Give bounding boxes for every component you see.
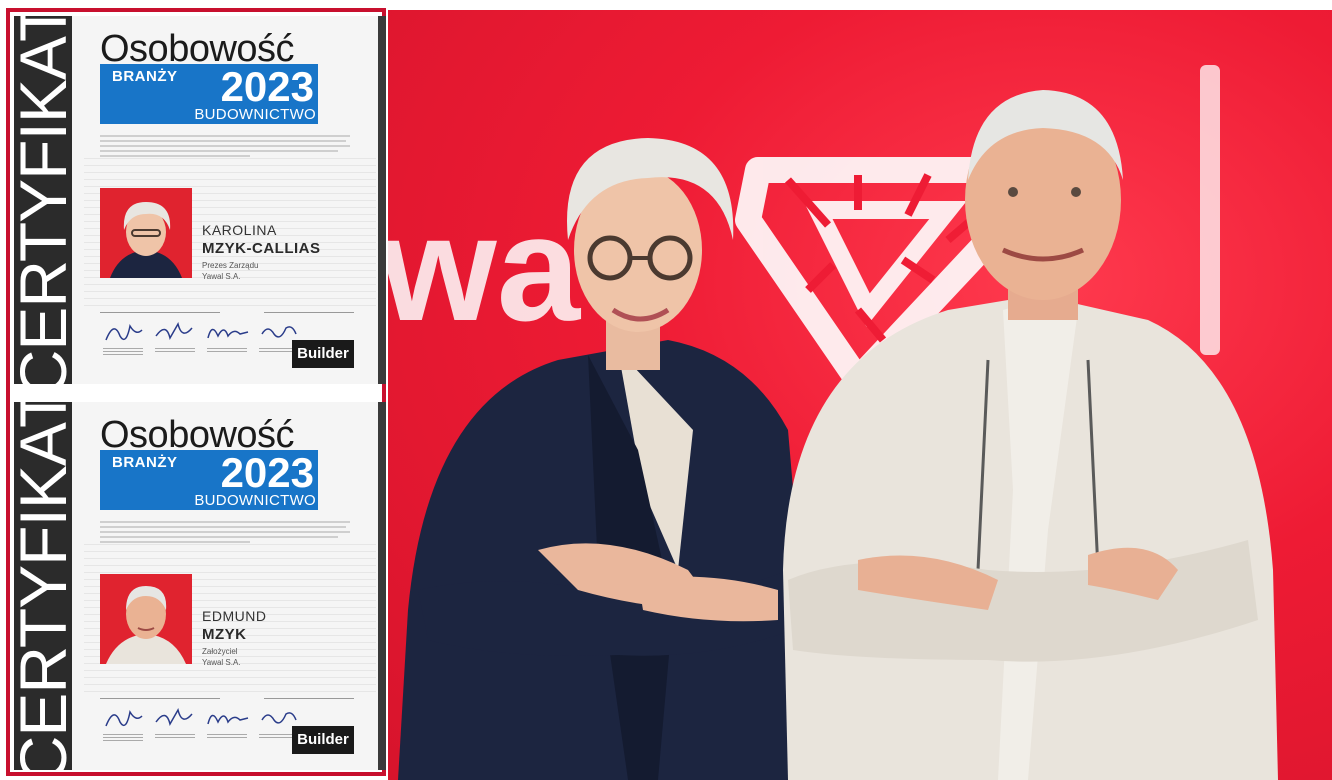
- signature: [204, 316, 250, 356]
- signature-divider: [100, 698, 220, 699]
- portrait-photo: [100, 188, 192, 278]
- award-logo-year: 2023: [220, 63, 314, 110]
- award-logo-year: 2023: [220, 449, 314, 496]
- person-info: EDMUND MZYK Założyciel Yawal S.A.: [202, 608, 266, 667]
- award-logo: Osobowość BRANŻY 2023 BUDOWNICTWO: [100, 416, 320, 526]
- award-logo: Osobowość BRANŻY 2023 BUDOWNICTWO: [100, 30, 320, 140]
- certificate-spine-text: CERTYFIKAT: [14, 16, 80, 384]
- award-logo-branzy: BRANŻY: [112, 68, 178, 85]
- certificate-edge: [378, 16, 386, 384]
- wall-bar: [1200, 65, 1220, 355]
- wall-logo-text: wa: [388, 184, 582, 352]
- person-first-name: KAROLINA: [202, 222, 277, 238]
- signature: [152, 702, 198, 742]
- award-logo-sector: BUDOWNICTWO: [194, 106, 316, 123]
- person-company: Yawal S.A.: [202, 272, 241, 281]
- signature: [100, 702, 146, 742]
- person-last-name: MZYK: [202, 626, 247, 643]
- signature-divider: [264, 698, 354, 699]
- portrait-photo: [100, 574, 192, 664]
- person-company: Yawal S.A.: [202, 658, 241, 667]
- hero-photo: wa: [388, 10, 1332, 780]
- builder-badge: Builder: [292, 340, 354, 368]
- certificate-edmund: CERTYFIKAT Osobowość BRANŻY 2023 BUDOWNI…: [14, 402, 386, 770]
- person-info: KAROLINA MZYK-CALLIAS Prezes Zarządu Yaw…: [202, 222, 321, 281]
- signature: [204, 702, 250, 742]
- signature: [152, 316, 198, 356]
- person-role: Prezes Zarządu: [202, 261, 259, 270]
- award-logo-branzy: BRANŻY: [112, 454, 178, 471]
- person-role: Założyciel: [202, 647, 238, 656]
- award-logo-sector: BUDOWNICTWO: [194, 492, 316, 509]
- signature-divider: [264, 312, 354, 313]
- certificate-edge: [378, 402, 386, 770]
- builder-badge: Builder: [292, 726, 354, 754]
- photo-scene: wa: [388, 65, 1278, 780]
- certificate-fine-print: [100, 518, 350, 546]
- certificate-fine-print: [100, 132, 350, 160]
- certificate-karolina: CERTYFIKAT Osobowość BRANŻY 2023 BUDOWNI…: [14, 16, 386, 384]
- signature: [100, 316, 146, 356]
- person-last-name: MZYK-CALLIAS: [202, 240, 321, 257]
- signature-divider: [100, 312, 220, 313]
- certificate-spine-text: CERTYFIKAT: [14, 402, 80, 770]
- person-first-name: EDMUND: [202, 608, 267, 624]
